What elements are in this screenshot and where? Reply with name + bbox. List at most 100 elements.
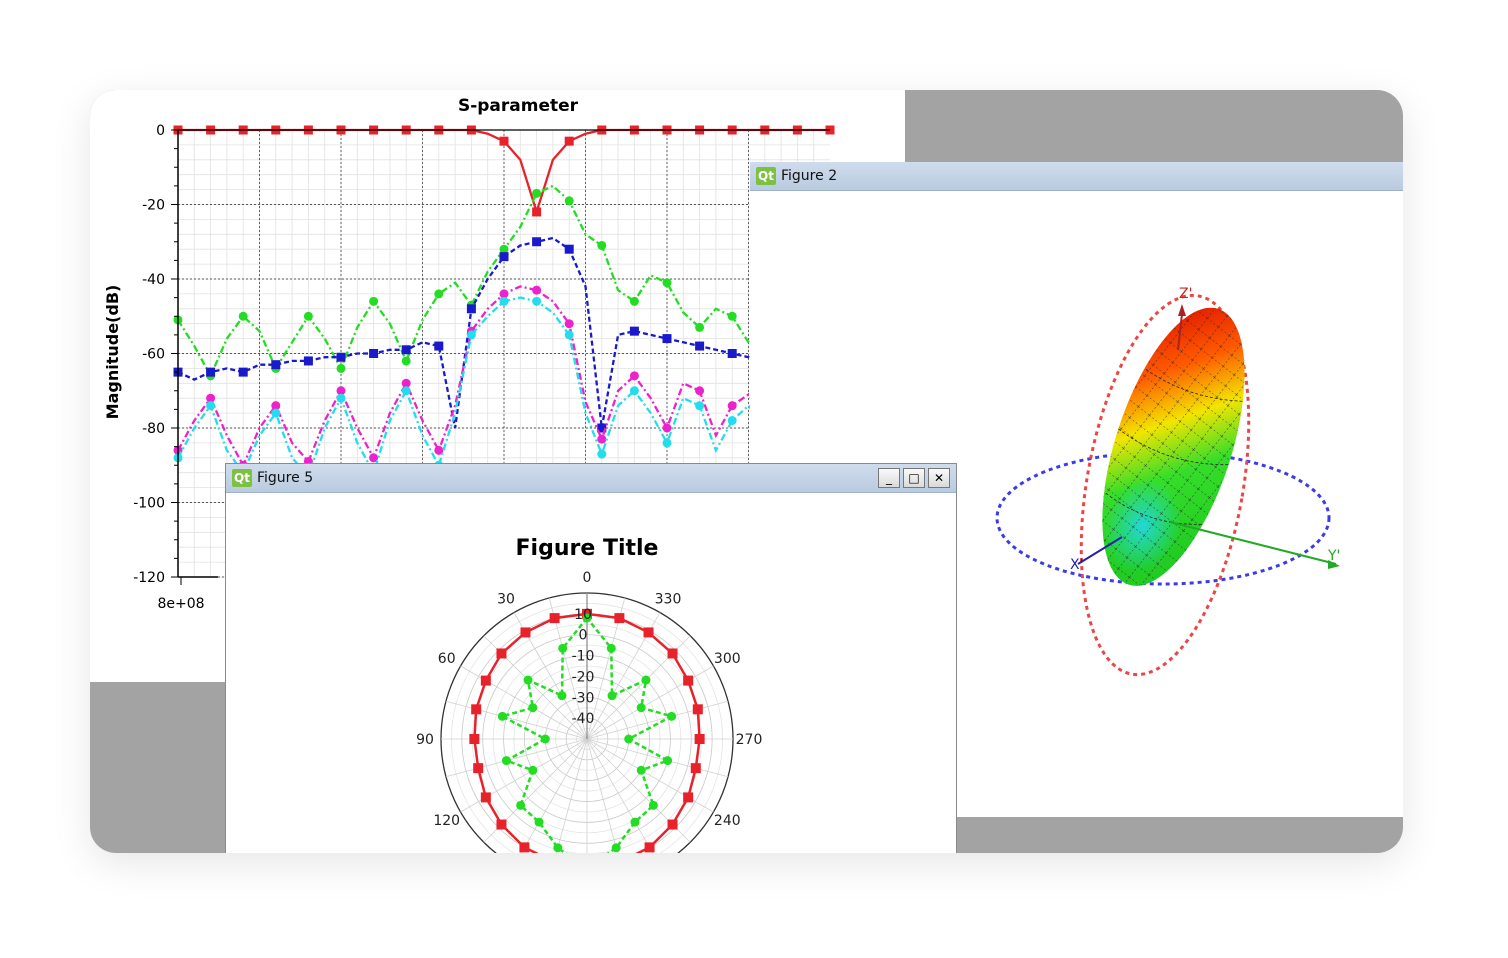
minimize-button[interactable]: _ (878, 468, 900, 488)
data-point (694, 734, 705, 744)
polar-angle-label: 120 (433, 813, 460, 829)
maximize-button[interactable]: □ (903, 468, 925, 488)
data-point (497, 711, 507, 721)
data-point (695, 401, 705, 411)
data-point (496, 819, 507, 830)
y-axis-line (1169, 521, 1337, 565)
figure5-titlebar[interactable]: Qt Figure 5 _ □ ✕ (226, 464, 956, 493)
data-point (683, 675, 694, 686)
data-point (434, 341, 444, 351)
polar-angle-label: 270 (736, 732, 763, 748)
data-point (303, 356, 313, 366)
data-point (662, 423, 672, 433)
data-point (303, 311, 313, 321)
data-point (206, 367, 216, 377)
data-point (662, 278, 672, 288)
polar-angle-label: 60 (438, 651, 456, 667)
data-point (528, 703, 538, 713)
data-point (667, 819, 678, 830)
data-point (401, 386, 411, 396)
y-tick-label: -80 (142, 421, 165, 437)
data-point (528, 765, 538, 775)
data-point (667, 648, 678, 659)
data-point (597, 449, 607, 459)
qt-logo-icon: Qt (756, 167, 776, 185)
polar-chart: Figure Title 0 30 60 90 120 240 270 300 330 10 0 -1… (416, 536, 763, 853)
data-point (532, 296, 542, 306)
data-point (564, 244, 574, 254)
polar-radial-label: -40 (572, 711, 595, 727)
polar-angle-label: 90 (416, 732, 434, 748)
data-point (727, 416, 737, 426)
data-point (206, 401, 216, 411)
window-title: Figure 2 (781, 168, 838, 184)
data-point (644, 842, 655, 853)
data-point (629, 296, 639, 306)
data-point (499, 296, 509, 306)
data-point (471, 704, 482, 715)
data-point (480, 792, 491, 803)
y-tick-label: 0 (156, 123, 165, 139)
polar-radial-label: -30 (572, 690, 595, 706)
polar-angle-label: 0 (583, 570, 592, 586)
polar-spoke (556, 738, 588, 853)
data-point (520, 627, 531, 638)
data-point (480, 675, 491, 686)
data-point (727, 349, 737, 358)
data-point (607, 691, 617, 701)
data-point (516, 800, 526, 810)
y-tick-label: -40 (142, 272, 165, 288)
data-point (564, 196, 574, 206)
data-point (469, 734, 480, 744)
polar-angle-label: 300 (714, 651, 741, 667)
data-point (629, 386, 639, 396)
data-point (369, 296, 379, 306)
data-point (695, 341, 705, 351)
y-axis-label: Y' (1327, 548, 1340, 564)
data-point (629, 326, 639, 336)
data-point (336, 352, 346, 362)
data-point (641, 675, 651, 685)
y-tick-label: -100 (133, 496, 165, 512)
figure2-titlebar[interactable]: Qt Figure 2 (750, 162, 1403, 191)
data-point (683, 792, 694, 803)
data-point (663, 756, 673, 766)
data-point (636, 765, 646, 775)
data-point (611, 843, 621, 853)
data-point (624, 734, 634, 744)
z-axis-arrow (1178, 304, 1186, 316)
data-point (667, 711, 677, 721)
data-point (695, 386, 705, 396)
data-point (558, 643, 568, 653)
data-point (614, 613, 625, 624)
chart-title: Figure Title (516, 536, 659, 561)
data-point (466, 304, 476, 314)
data-point (401, 345, 411, 355)
polar-angle-label: 30 (497, 592, 515, 608)
data-point (727, 401, 737, 411)
figure5-window[interactable]: Qt Figure 5 _ □ ✕ Figure Title 0 30 60 90 12… (225, 463, 957, 853)
data-point (597, 434, 607, 444)
data-point (629, 371, 639, 381)
data-point (727, 311, 737, 321)
data-point (238, 311, 248, 321)
data-point (523, 675, 533, 685)
data-point (473, 763, 484, 774)
polar-radial-label: -20 (572, 669, 595, 685)
polar-spoke (586, 700, 729, 740)
data-point (606, 643, 616, 653)
x-axis-label: X' (1070, 557, 1083, 573)
data-point (238, 367, 248, 377)
y-tick-label: -120 (133, 570, 165, 586)
polar-angle-label: 330 (655, 592, 682, 608)
data-point (532, 285, 542, 295)
close-button[interactable]: ✕ (928, 468, 950, 488)
data-point (690, 763, 701, 774)
data-point (271, 360, 281, 370)
data-point (532, 207, 542, 217)
qt-logo-icon: Qt (232, 469, 252, 487)
data-point (648, 800, 658, 810)
polar-radial-label: 0 (579, 628, 588, 644)
data-point (401, 356, 411, 366)
data-point (540, 734, 550, 744)
